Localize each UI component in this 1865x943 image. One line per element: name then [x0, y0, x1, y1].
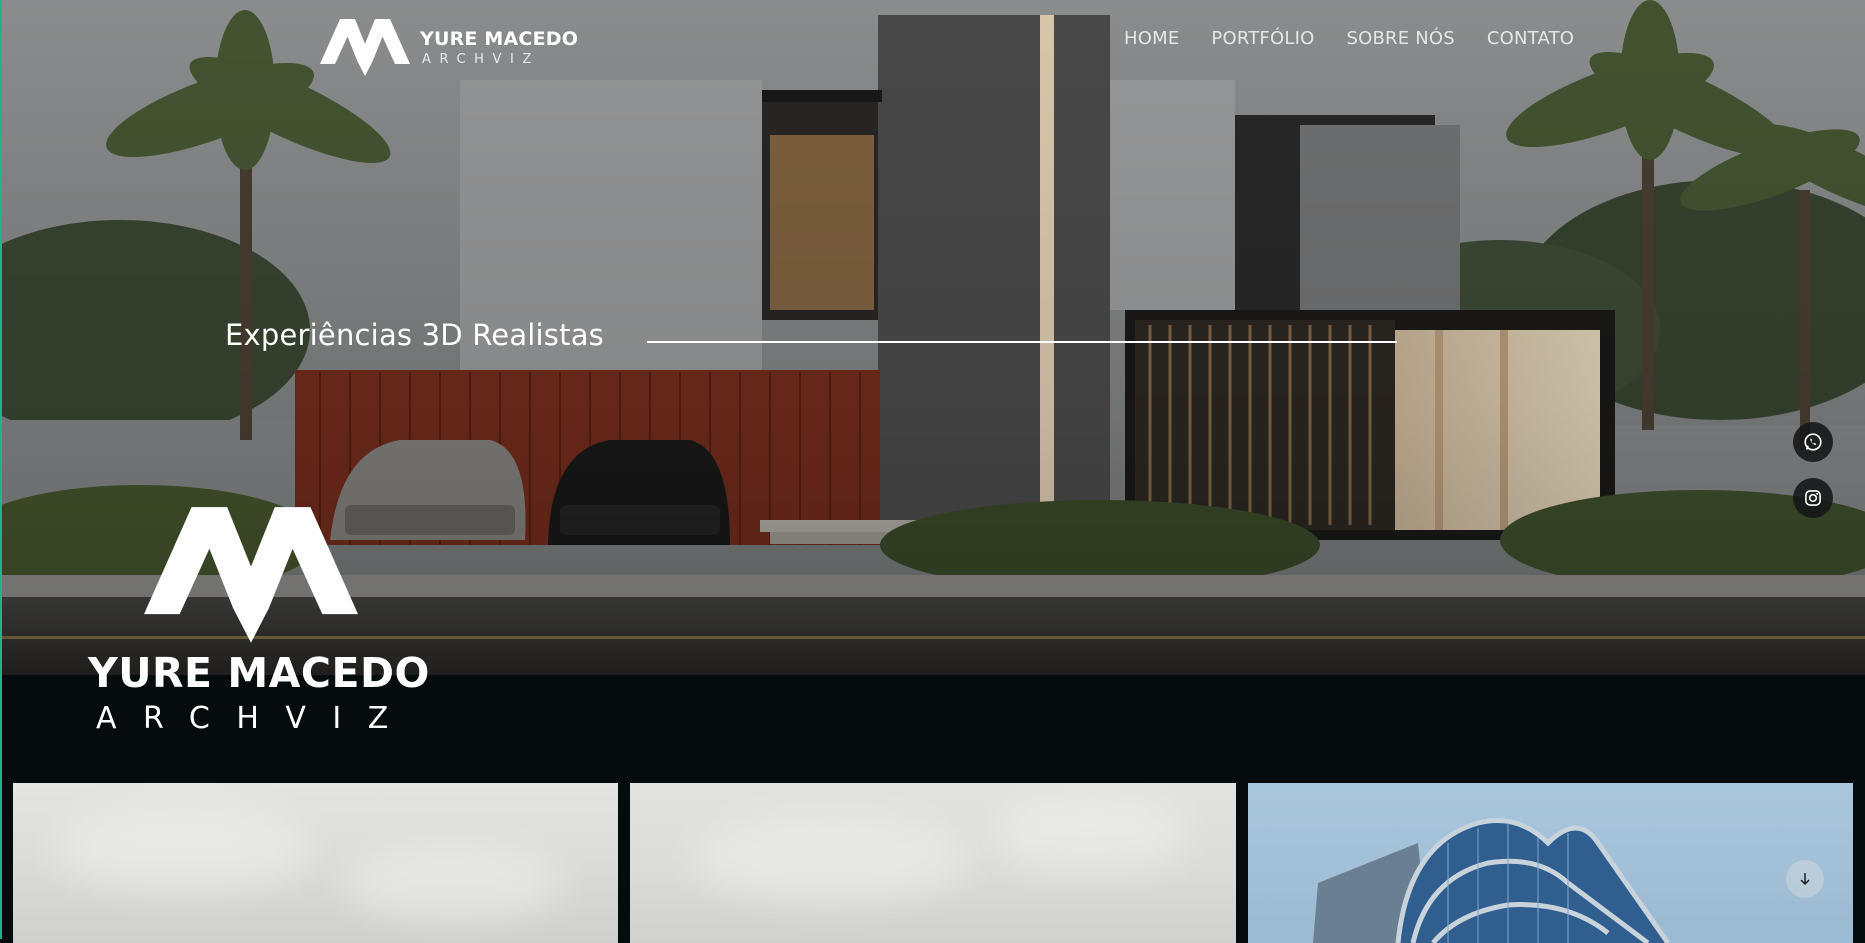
- instagram-button[interactable]: [1793, 478, 1833, 518]
- ym-monogram-large-icon: [144, 507, 358, 643]
- glass-building-render: [1313, 818, 1671, 943]
- hero-logo: YURE MACEDO ARCHVIZ: [88, 495, 430, 745]
- arrow-down-icon: [1800, 873, 1810, 886]
- left-accent-line: [0, 0, 2, 939]
- cloud-shape: [53, 803, 313, 893]
- scroll-down-button[interactable]: [1786, 860, 1824, 898]
- cloud-shape: [690, 813, 970, 903]
- cloud-shape: [990, 793, 1190, 873]
- portfolio-card-1[interactable]: [13, 783, 618, 943]
- header-logo[interactable]: YURE MACEDO ARCHVIZ: [320, 14, 578, 76]
- cloud-shape: [343, 843, 563, 923]
- whatsapp-button[interactable]: [1793, 422, 1833, 462]
- ym-monogram-icon: [320, 19, 410, 76]
- portfolio-card-2[interactable]: [630, 783, 1236, 943]
- header-brand-subtitle: ARCHVIZ: [422, 52, 540, 67]
- instagram-icon: [1805, 490, 1821, 506]
- nav-portfolio[interactable]: PORTFÓLIO: [1211, 28, 1314, 49]
- header-brand-name: YURE MACEDO: [420, 28, 579, 50]
- nav-about[interactable]: SOBRE NÓS: [1346, 28, 1454, 49]
- hero-tagline: Experiências 3D Realistas: [225, 318, 604, 352]
- hero-brand-name: YURE MACEDO: [88, 649, 430, 697]
- hero-brand-subtitle: ARCHVIZ: [96, 701, 415, 736]
- nav-home[interactable]: HOME: [1124, 28, 1179, 49]
- tagline-divider: [647, 341, 1397, 343]
- nav-contact[interactable]: CONTATO: [1487, 28, 1574, 49]
- portfolio-card-3[interactable]: [1248, 783, 1853, 943]
- whatsapp-icon: [1804, 433, 1822, 451]
- main-nav: HOME PORTFÓLIO SOBRE NÓS CONTATO: [1124, 28, 1574, 49]
